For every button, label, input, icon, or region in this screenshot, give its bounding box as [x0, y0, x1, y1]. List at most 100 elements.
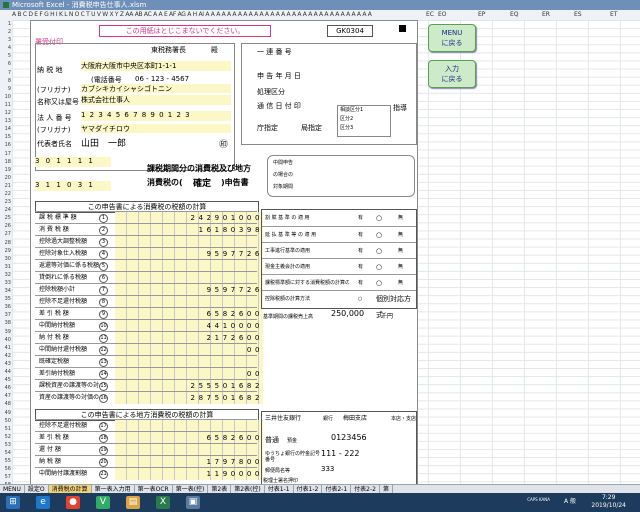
- column-header-eo[interactable]: EO: [438, 10, 447, 20]
- row-header[interactable]: 38: [0, 319, 12, 327]
- row-header[interactable]: 39: [0, 328, 12, 336]
- row-header[interactable]: 5: [0, 52, 12, 60]
- row-header[interactable]: 35: [0, 295, 12, 303]
- start-icon[interactable]: ⊞: [6, 496, 20, 509]
- row-header[interactable]: 15: [0, 133, 12, 141]
- row-header[interactable]: 45: [0, 376, 12, 384]
- address-field[interactable]: 大阪府大阪市中央区本町1-1-1: [81, 61, 231, 71]
- row-header[interactable]: 2: [0, 28, 12, 36]
- row-header[interactable]: 57: [0, 473, 12, 481]
- bank-name[interactable]: 三井住友銀行: [265, 413, 301, 422]
- provision-yes[interactable]: 有: [358, 243, 363, 259]
- row-header[interactable]: 28: [0, 239, 12, 247]
- branch-name[interactable]: 梅田支店: [343, 413, 367, 422]
- provision-yes[interactable]: 有: [358, 275, 363, 291]
- provision-no[interactable]: 無: [398, 210, 403, 226]
- base-amount[interactable]: 250,000: [331, 309, 364, 318]
- row-header[interactable]: 46: [0, 384, 12, 392]
- provision-mark[interactable]: ○: [376, 259, 382, 275]
- row-header[interactable]: 47: [0, 392, 12, 400]
- row-header[interactable]: 7: [0, 69, 12, 77]
- row-header[interactable]: 9: [0, 85, 12, 93]
- provision-yes[interactable]: 有: [358, 227, 363, 243]
- folder-icon[interactable]: ▤: [126, 496, 140, 509]
- row-header[interactable]: 1: [0, 20, 12, 28]
- provision-no[interactable]: 無: [398, 259, 403, 275]
- row-header[interactable]: 25: [0, 214, 12, 222]
- row-header[interactable]: 53: [0, 441, 12, 449]
- ime-indicator[interactable]: A 般: [564, 495, 576, 509]
- row-header[interactable]: 50: [0, 417, 12, 425]
- provision-mark[interactable]: ○: [376, 210, 382, 226]
- row-header[interactable]: 55: [0, 457, 12, 465]
- provision-no[interactable]: 無: [398, 275, 403, 291]
- menu-return-button[interactable]: MENU に戻る: [428, 24, 476, 52]
- row-header[interactable]: 4: [0, 44, 12, 52]
- row-header[interactable]: 26: [0, 222, 12, 230]
- post-office[interactable]: 333: [321, 465, 334, 473]
- row-header[interactable]: 17: [0, 150, 12, 158]
- corp-no-field[interactable]: 1 2 3 4 5 6 7 8 9 0 1 2 3: [81, 111, 231, 121]
- row-header[interactable]: 12: [0, 109, 12, 117]
- row-header[interactable]: 49: [0, 409, 12, 417]
- provision-yes[interactable]: 有: [358, 259, 363, 275]
- provision-yes[interactable]: 有: [358, 210, 363, 226]
- provision-yes[interactable]: ○: [358, 291, 362, 307]
- row-header[interactable]: 41: [0, 344, 12, 352]
- rep-kana-field[interactable]: ヤマダイチロウ: [81, 124, 231, 133]
- column-header-ep[interactable]: EP: [478, 10, 485, 20]
- row-header[interactable]: 52: [0, 433, 12, 441]
- row-header[interactable]: 21: [0, 182, 12, 190]
- row-header[interactable]: 43: [0, 360, 12, 368]
- period-from[interactable]: 3 0 1 1 1 1: [35, 157, 111, 167]
- row-header[interactable]: 24: [0, 206, 12, 214]
- excel-taskbar-icon[interactable]: X: [156, 496, 170, 509]
- input-return-button[interactable]: 入力 に戻る: [428, 60, 476, 88]
- rep-name-field[interactable]: 山田 一郎: [81, 136, 231, 149]
- row-header[interactable]: 51: [0, 425, 12, 433]
- column-header-es[interactable]: ES: [574, 10, 582, 20]
- row-header[interactable]: 48: [0, 400, 12, 408]
- row-header[interactable]: 32: [0, 271, 12, 279]
- phone-value[interactable]: 06 ‐ 123 ‐ 4567: [135, 75, 189, 83]
- column-header-er[interactable]: ER: [542, 10, 550, 20]
- row-header[interactable]: 20: [0, 174, 12, 182]
- provision-mark[interactable]: ○: [376, 227, 382, 243]
- row-header[interactable]: 34: [0, 287, 12, 295]
- chrome-icon[interactable]: ●: [66, 496, 80, 509]
- row-header[interactable]: 42: [0, 352, 12, 360]
- postal-no[interactable]: 111 - 222: [321, 449, 360, 458]
- row-header[interactable]: 18: [0, 158, 12, 166]
- calc-row-value[interactable]: 287501682: [115, 392, 263, 404]
- account-no[interactable]: 0123456: [331, 433, 367, 442]
- row-header[interactable]: 36: [0, 303, 12, 311]
- row-header[interactable]: 23: [0, 198, 12, 206]
- provision-no[interactable]: 無: [398, 227, 403, 243]
- row-header[interactable]: 56: [0, 465, 12, 473]
- row-header[interactable]: 6: [0, 60, 12, 68]
- row-header[interactable]: 8: [0, 77, 12, 85]
- window-icon[interactable]: ▣: [186, 496, 200, 509]
- row-header[interactable]: 14: [0, 125, 12, 133]
- clock[interactable]: 7:29 2019/10/24: [591, 494, 626, 510]
- column-header-et[interactable]: ET: [610, 10, 617, 20]
- row-header[interactable]: 13: [0, 117, 12, 125]
- period-to[interactable]: 3 1 1 0 3 1: [35, 181, 111, 191]
- row-header[interactable]: 16: [0, 141, 12, 149]
- row-header[interactable]: 10: [0, 93, 12, 101]
- row-header[interactable]: 40: [0, 336, 12, 344]
- row-header[interactable]: 29: [0, 247, 12, 255]
- provision-no[interactable]: 無: [398, 243, 403, 259]
- row-header[interactable]: 11: [0, 101, 12, 109]
- company-name-field[interactable]: 株式会社仕事人: [81, 95, 231, 105]
- ie-icon[interactable]: e: [36, 496, 50, 509]
- row-header[interactable]: 31: [0, 263, 12, 271]
- app-icon[interactable]: V: [96, 496, 110, 509]
- row-header[interactable]: 30: [0, 255, 12, 263]
- row-header[interactable]: 37: [0, 311, 12, 319]
- row-header[interactable]: 54: [0, 449, 12, 457]
- column-header-ec[interactable]: EC: [426, 10, 434, 20]
- column-header-eq[interactable]: EQ: [510, 10, 519, 20]
- company-kana-field[interactable]: カブシキカイシャシゴトニン: [81, 84, 231, 93]
- row-header[interactable]: 44: [0, 368, 12, 376]
